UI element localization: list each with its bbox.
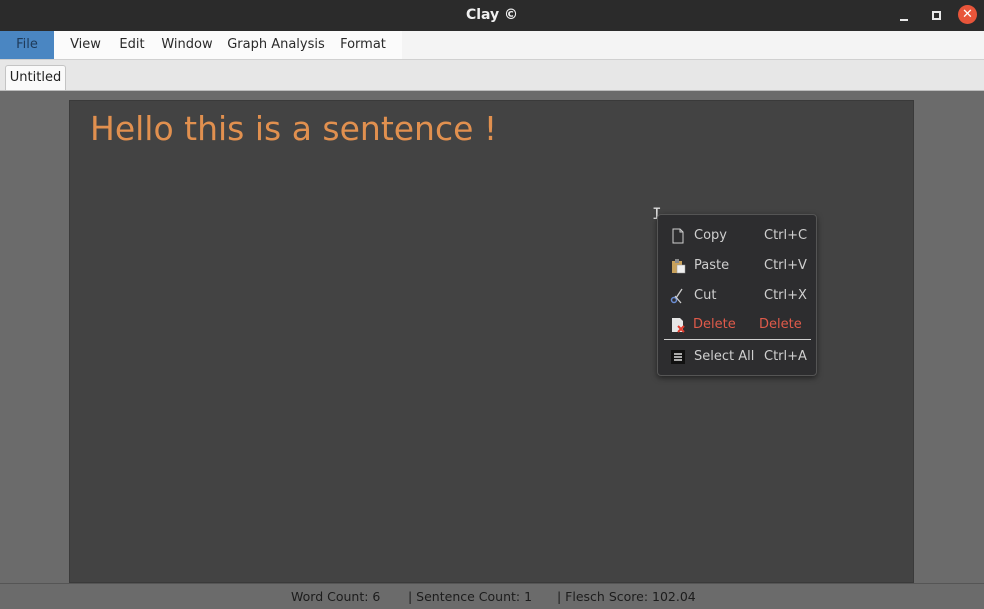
menu-graph-analysis[interactable]: Graph Analysis [224, 31, 328, 59]
flesch-score: | Flesch Score: 102.04 [557, 589, 696, 604]
context-item-label: Paste [694, 258, 730, 273]
select-all-icon [670, 349, 686, 365]
sentence-count: | Sentence Count: 1 [408, 589, 533, 604]
context-menu: Copy Ctrl+C Paste Ctrl+V Cut Ctrl+X Dele… [657, 214, 817, 376]
document-text[interactable]: Hello this is a sentence ! [90, 109, 497, 148]
cut-icon [670, 288, 686, 304]
context-item-select-all[interactable]: Select All Ctrl+A [658, 343, 816, 371]
context-item-label: Delete [693, 317, 736, 332]
context-item-delete[interactable]: Delete Delete [658, 311, 816, 339]
context-item-label: Select All [694, 349, 755, 364]
close-icon[interactable]: ✕ [958, 5, 977, 24]
context-item-shortcut: Delete [759, 317, 802, 332]
menu-file[interactable]: File [0, 31, 54, 59]
copy-icon [670, 228, 686, 244]
tab-untitled[interactable]: Untitled [5, 65, 66, 90]
title-bar: Clay © ✕ [0, 0, 984, 31]
context-item-cut[interactable]: Cut Ctrl+X [658, 282, 816, 310]
paste-icon [670, 258, 686, 274]
maximize-icon[interactable] [926, 6, 946, 26]
context-item-copy[interactable]: Copy Ctrl+C [658, 222, 816, 250]
context-item-label: Copy [694, 228, 727, 243]
context-item-shortcut: Ctrl+C [764, 228, 808, 243]
word-count: Word Count: 6 [291, 589, 381, 604]
minimize-icon[interactable] [894, 6, 914, 26]
context-menu-separator [664, 339, 811, 340]
menu-edit[interactable]: Edit [113, 31, 151, 59]
context-item-shortcut: Ctrl+A [764, 349, 807, 364]
menu-bar: File View Edit Window Graph Analysis For… [0, 31, 984, 60]
context-item-shortcut: Ctrl+X [764, 288, 807, 303]
menu-window[interactable]: Window [158, 31, 216, 59]
window-title: Clay © [465, 7, 519, 23]
menu-view[interactable]: View [63, 31, 108, 59]
context-item-paste[interactable]: Paste Ctrl+V [658, 252, 816, 280]
tab-bar: Untitled [0, 60, 984, 91]
delete-icon [670, 317, 686, 333]
context-item-shortcut: Ctrl+V [764, 258, 807, 273]
menu-format[interactable]: Format [336, 31, 390, 59]
status-bar: Word Count: 6 | Sentence Count: 1 | Fles… [0, 583, 984, 608]
context-item-label: Cut [694, 288, 717, 303]
